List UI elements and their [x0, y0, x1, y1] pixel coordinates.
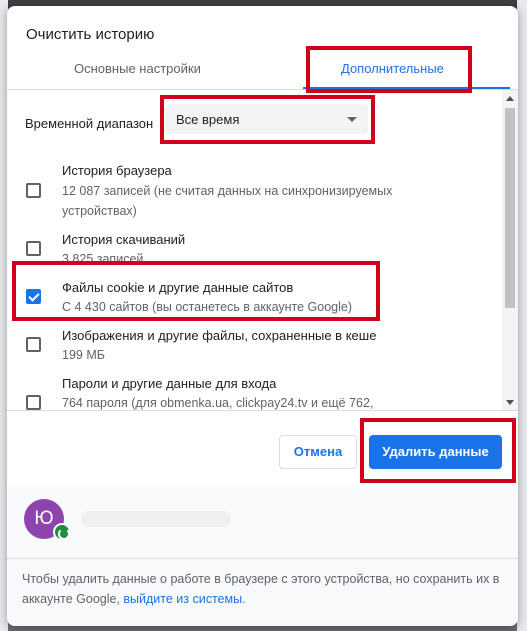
item-title: Изображения и другие файлы, сохраненные …	[62, 328, 377, 343]
footer-note: Чтобы удалить данные о работе в браузере…	[22, 569, 507, 609]
sign-out-link[interactable]: выйдите из системы	[123, 592, 242, 606]
footer-note-text: Чтобы удалить данные о работе в браузере…	[22, 572, 500, 606]
checkbox-cached-images[interactable]	[26, 337, 41, 352]
item-title: История браузера	[62, 163, 172, 178]
highlight-frame-cookies	[12, 261, 380, 321]
item-subtitle: 764 пароля (для obmenka.ua, clickpay24.t…	[62, 396, 374, 410]
dialog-title: Очистить историю	[26, 26, 155, 43]
item-subtitle: 199 МБ	[62, 348, 105, 362]
highlight-frame-advanced-tab	[306, 46, 472, 93]
checkbox-browser-history[interactable]	[26, 183, 41, 198]
highlight-frame-time-range	[160, 95, 375, 144]
scrollbar-thumb[interactable]	[505, 108, 515, 308]
actions-divider	[7, 410, 518, 411]
time-range-label: Временной диапазон	[25, 116, 154, 131]
scroll-down-icon[interactable]	[506, 400, 514, 405]
item-title: История скачиваний	[62, 232, 186, 247]
item-subtitle: 12 087 записей (не считая данных на синх…	[62, 184, 393, 218]
tab-basic-settings[interactable]: Основные настройки	[74, 61, 201, 76]
highlight-frame-delete-button	[360, 418, 516, 483]
footer-note-end: .	[242, 592, 246, 606]
item-title: Пароли и другие данные для входа	[62, 376, 277, 391]
sync-icon	[53, 523, 71, 541]
browser-background-right	[517, 0, 527, 631]
account-footer: Ю Чтобы удалить данные о работе в браузе…	[7, 487, 518, 626]
account-name-redacted	[81, 511, 231, 527]
checkbox-download-history[interactable]	[26, 241, 41, 256]
footer-divider	[7, 558, 518, 559]
checkbox-passwords[interactable]	[26, 395, 41, 410]
cancel-button[interactable]: Отмена	[279, 435, 357, 469]
scroll-up-icon[interactable]	[506, 96, 514, 101]
